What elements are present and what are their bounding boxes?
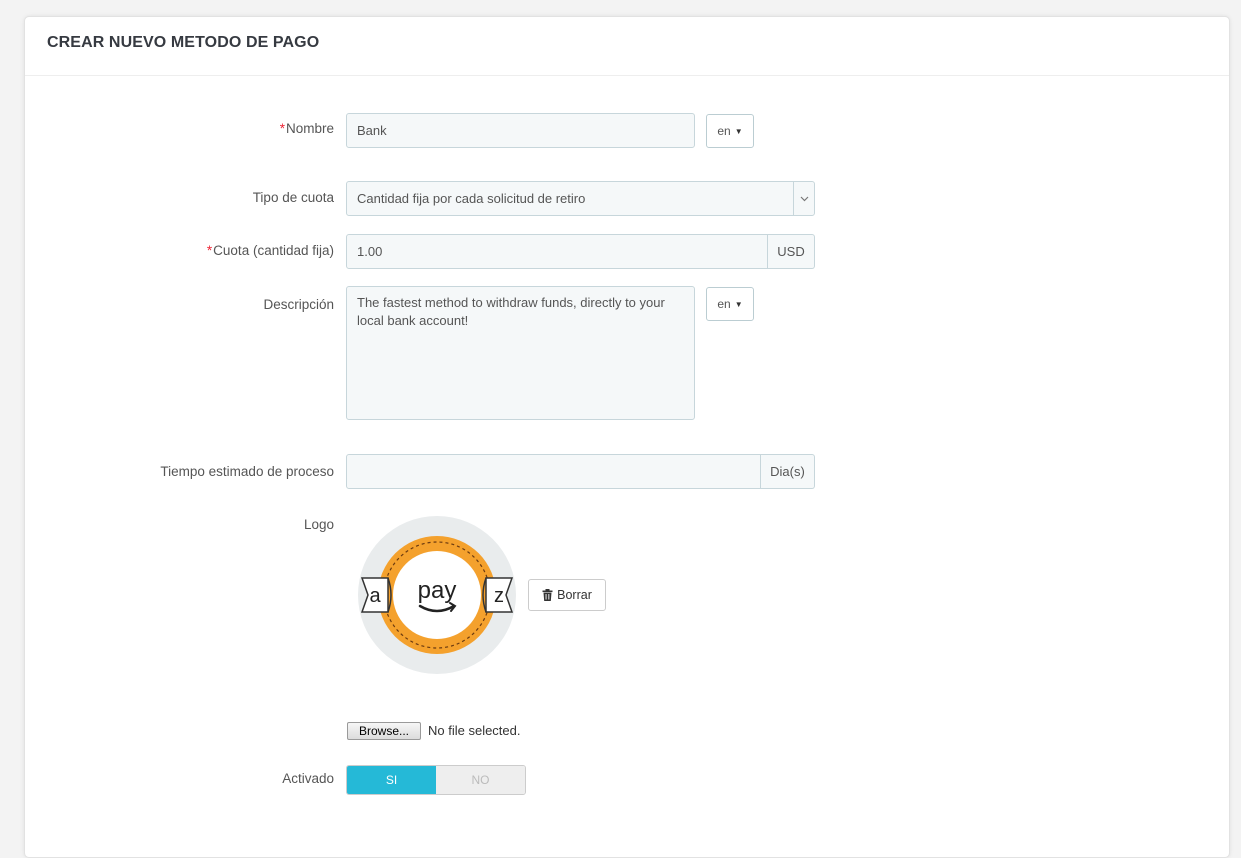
- logo-label: Logo: [303, 517, 334, 532]
- logo-letter-a: a: [369, 585, 381, 607]
- days-addon: Dia(s): [761, 454, 815, 489]
- trash-icon: [542, 589, 553, 601]
- processing-time-input[interactable]: [346, 454, 761, 489]
- caret-down-icon: ▼: [734, 126, 743, 136]
- logo-pay-text: pay: [418, 577, 457, 604]
- name-label: *Nombre: [279, 121, 334, 136]
- logo-letter-z: z: [494, 585, 504, 607]
- delete-logo-button[interactable]: Borrar: [528, 579, 606, 611]
- currency-addon: USD: [768, 234, 815, 269]
- fee-amount-input[interactable]: 1.00: [346, 234, 768, 269]
- fee-amount-label: *Cuota (cantidad fija): [206, 243, 334, 258]
- active-label: Activado: [282, 771, 334, 786]
- amazon-pay-logo: a z pay: [358, 516, 516, 674]
- fee-type-select[interactable]: Cantidad fija por cada solicitud de reti…: [346, 181, 815, 216]
- required-mark: *: [206, 243, 213, 258]
- file-status: No file selected.: [428, 723, 521, 738]
- name-input[interactable]: Bank: [346, 113, 695, 148]
- logo-preview: a z pay: [358, 516, 516, 674]
- switch-yes[interactable]: SI: [347, 766, 436, 794]
- chevron-down-icon: [793, 182, 814, 215]
- switch-no[interactable]: NO: [436, 766, 525, 794]
- description-label: Descripción: [263, 297, 334, 312]
- description-lang-dropdown[interactable]: en ▼: [706, 287, 754, 321]
- required-mark: *: [279, 121, 285, 136]
- fee-type-label: Tipo de cuota: [252, 190, 334, 205]
- description-textarea[interactable]: The fastest method to withdraw funds, di…: [346, 286, 695, 420]
- caret-down-icon: ▼: [734, 299, 743, 309]
- name-lang-dropdown[interactable]: en ▼: [706, 114, 754, 148]
- browse-button[interactable]: Browse...: [347, 722, 421, 740]
- panel-title: CREAR NUEVO METODO DE PAGO: [47, 34, 320, 51]
- active-switch[interactable]: SI NO: [346, 765, 526, 795]
- panel-heading: CREAR NUEVO METODO DE PAGO: [25, 17, 1229, 76]
- processing-time-label: Tiempo estimado de proceso: [160, 464, 334, 479]
